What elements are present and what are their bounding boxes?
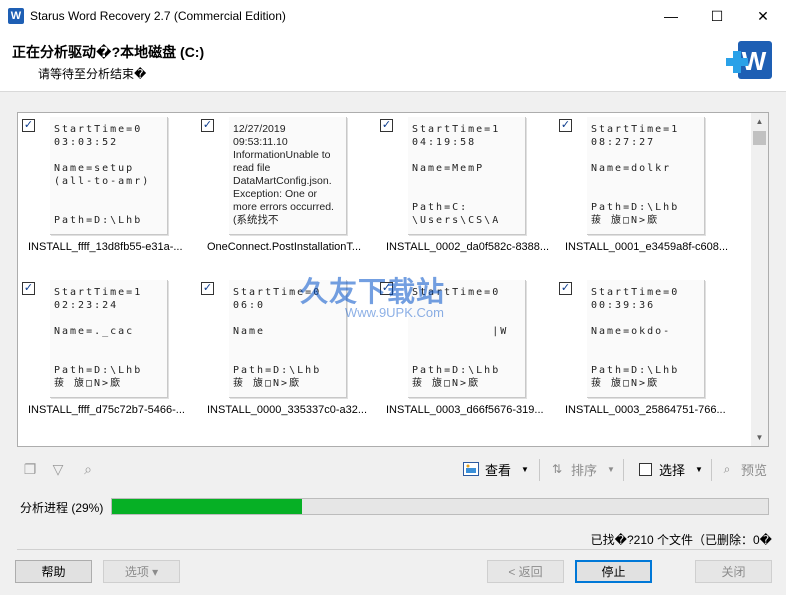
sort-icon: ⇅	[551, 462, 563, 476]
file-name: INSTALL_0003_d66f5676-319...	[386, 404, 544, 416]
file-card[interactable]: ✓ 12/27/2019 09:53:11.10 InformationUnabl…	[197, 115, 367, 265]
chevron-down-icon[interactable]: ▼	[607, 465, 615, 474]
view-toolbar: ❐ ▽ ⌕ 查看 ▼ ⇅ 排序 ▼ 选择 ▼ ⌕ 预览	[17, 455, 769, 483]
progress-fill	[112, 499, 303, 514]
file-checkbox[interactable]: ✓	[201, 282, 214, 295]
preview-button[interactable]: ⌕ 预览	[719, 457, 767, 481]
watermark-url: Www.9UPK.Com	[345, 305, 444, 320]
file-card[interactable]: ✓ StartTime=0 00:39:36 Name=okdo- Path=D:…	[555, 278, 726, 428]
file-checkbox[interactable]: ✓	[201, 119, 214, 132]
chevron-down-icon[interactable]: ▼	[695, 465, 703, 474]
file-name: INSTALL_0002_da0f582c-8388...	[386, 241, 550, 253]
file-name: INSTALL_0003_25864751-766...	[565, 404, 726, 416]
stop-button[interactable]: 停止	[575, 560, 652, 583]
footer-divider	[17, 549, 769, 550]
select-button[interactable]: 选择 ▼	[637, 457, 703, 481]
file-preview-thumbnail[interactable]: StartTime=0 00:39:36 Name=okdo- Path=D:\…	[587, 280, 705, 398]
vertical-scrollbar[interactable]: ▲ ▼	[751, 113, 768, 446]
file-name: INSTALL_0001_e3459a8f-c608...	[565, 241, 729, 253]
back-button[interactable]: < 返回	[487, 560, 564, 583]
options-button[interactable]: 选项 ▾	[103, 560, 180, 583]
page-subtitle: 请等待至分析结束�	[38, 67, 147, 81]
app-icon: W	[8, 8, 24, 24]
wizard-header: 正在分析驱动�?本地磁盘 (C:) 请等待至分析结束� W	[0, 32, 786, 92]
file-preview-thumbnail[interactable]: 12/27/2019 09:53:11.10 InformationUnable…	[229, 117, 347, 235]
sort-button[interactable]: ⇅ 排序 ▼	[549, 457, 615, 481]
scroll-down-icon[interactable]: ▼	[751, 429, 768, 446]
maximize-button[interactable]: ☐	[694, 0, 740, 32]
minimize-button[interactable]: —	[648, 0, 694, 32]
preview-label: 预览	[741, 462, 768, 478]
view-thumbnails-icon	[463, 462, 479, 476]
preview-icon: ⌕	[723, 461, 731, 476]
file-checkbox[interactable]: ✓	[22, 119, 35, 132]
title-bar: W Starus Word Recovery 2.7 (Commercial E…	[0, 0, 786, 32]
watermark-text: 久友下载站	[300, 276, 446, 307]
file-card[interactable]: ✓ StartTime=0 03:03:52 Name=setup (all-to…	[18, 115, 188, 265]
toolbar-divider	[623, 459, 624, 481]
search-document-icon[interactable]: ⌕	[79, 460, 97, 478]
file-checkbox[interactable]: ✓	[22, 282, 35, 295]
analysis-progress-bar	[111, 498, 769, 515]
sort-label: 排序	[571, 462, 598, 478]
file-preview-thumbnail[interactable]: StartTime=1 08:27:27 Name=dolkr Path=D:\…	[587, 117, 705, 235]
filter-icon[interactable]: ▽	[49, 460, 67, 478]
file-preview-thumbnail[interactable]: StartTime=0 03:03:52 Name=setup (all-to-…	[50, 117, 168, 235]
help-button[interactable]: 帮助	[15, 560, 92, 583]
chevron-down-icon[interactable]: ▼	[521, 465, 529, 474]
close-button[interactable]: 关闭	[695, 560, 772, 583]
status-text: 已找�?210 个文件（已删除：0�	[590, 533, 772, 547]
page-title: 正在分析驱动�?本地磁盘 (C:)	[12, 44, 205, 60]
file-card[interactable]: ✓ StartTime=1 08:27:27 Name=dolkr Path=D:…	[555, 115, 728, 265]
file-name: OneConnect.PostInstallationT...	[207, 241, 362, 253]
copy-icon[interactable]: ❐	[21, 460, 39, 478]
toolbar-divider	[711, 459, 712, 481]
file-card[interactable]: ✓ StartTime=1 04:19:58 Name=MemP Path=C: …	[376, 115, 549, 265]
file-name: INSTALL_ffff_13d8fb55-e31a-...	[28, 241, 183, 253]
toolbar-divider	[539, 459, 540, 481]
progress-label: 分析进程 (29%)	[20, 501, 104, 515]
file-preview-thumbnail[interactable]: StartTime=1 04:19:58 Name=MemP Path=C: \…	[408, 117, 526, 235]
close-window-button[interactable]: ✕	[740, 0, 786, 32]
file-name: INSTALL_ffff_d75c72b7-5466-...	[28, 404, 185, 416]
view-label: 查看	[485, 462, 512, 478]
scroll-up-icon[interactable]: ▲	[751, 113, 768, 130]
window-controls: — ☐ ✕	[648, 0, 786, 32]
file-card[interactable]: ✓ StartTime=1 02:23:24 Name=._cac Path=D:…	[18, 278, 188, 428]
file-name: INSTALL_0000_335337c0-a32...	[207, 404, 368, 416]
window-title: Starus Word Recovery 2.7 (Commercial Edi…	[30, 9, 286, 23]
file-checkbox[interactable]: ✓	[559, 282, 572, 295]
checkbox-icon	[637, 462, 653, 476]
view-button[interactable]: 查看 ▼	[463, 457, 529, 481]
file-preview-thumbnail[interactable]: StartTime=1 02:23:24 Name=._cac Path=D:\…	[50, 280, 168, 398]
select-label: 选择	[659, 462, 686, 478]
file-checkbox[interactable]: ✓	[380, 119, 393, 132]
file-checkbox[interactable]: ✓	[559, 119, 572, 132]
word-recovery-logo-icon: W	[726, 41, 772, 79]
scroll-thumb[interactable]	[753, 131, 766, 145]
